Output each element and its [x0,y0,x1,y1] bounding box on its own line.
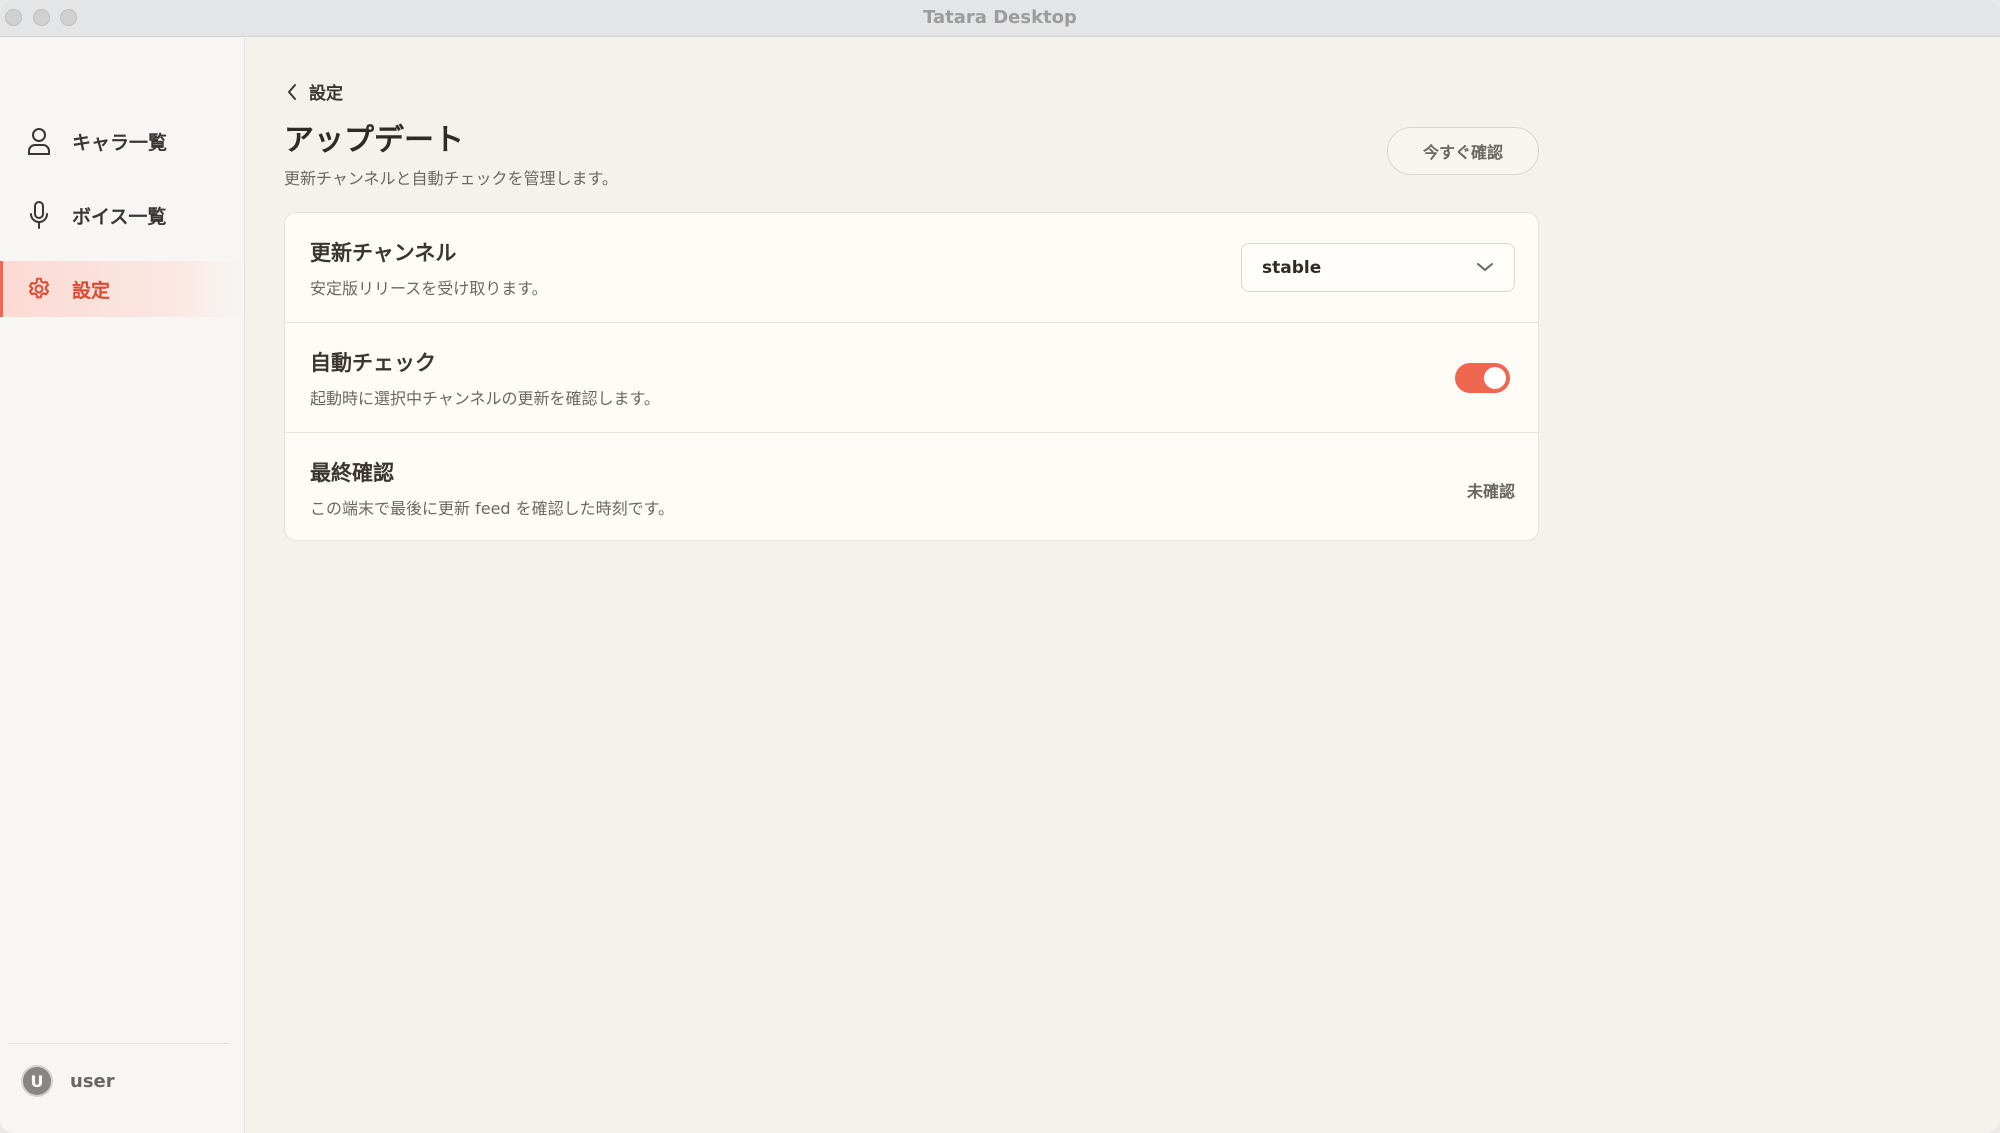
avatar: U [23,1067,51,1095]
setting-row-auto-check: 自動チェック 起動時に選択中チャンネルの更新を確認します。 [285,322,1538,431]
user-name: user [70,1070,115,1092]
settings-card: 更新チャンネル 安定版リリースを受け取ります。 stable 自動チェック 起動… [284,212,1539,541]
person-icon [26,126,52,156]
setting-title: 更新チャンネル [310,241,457,265]
setting-row-channel: 更新チャンネル 安定版リリースを受け取ります。 stable [285,213,1538,322]
window-title: Tatara Desktop [923,7,1077,28]
last-check-value: 未確認 [1466,482,1515,501]
setting-title: 最終確認 [310,461,394,485]
microphone-icon [26,200,52,230]
sidebar-item-label: 設定 [72,279,111,302]
chevron-down-icon [1476,258,1494,278]
sidebar-item-label: ボイス一覧 [72,205,167,228]
back-link[interactable]: 設定 [285,79,343,104]
gear-icon [26,274,52,304]
user-profile[interactable]: U user [23,1067,115,1095]
setting-description: この端末で最後に更新 feed を確認した時刻です。 [310,499,675,518]
app-window: Tatara Desktop キャラ一覧 ボイス一覧 設定 U user 設定 … [0,0,2000,1133]
channel-select[interactable]: stable [1241,243,1515,292]
sidebar-item-voices[interactable]: ボイス一覧 [0,187,245,243]
auto-check-toggle[interactable] [1455,363,1510,393]
sidebar: キャラ一覧 ボイス一覧 設定 U user [0,38,245,1133]
chevron-left-icon [285,83,299,101]
sidebar-item-label: キャラ一覧 [72,131,168,154]
check-now-button[interactable]: 今すぐ確認 [1387,127,1539,175]
setting-row-last-check: 最終確認 この端末で最後に更新 feed を確認した時刻です。 未確認 [285,432,1538,540]
sidebar-item-settings[interactable]: 設定 [0,261,245,317]
page-subtitle: 更新チャンネルと自動チェックを管理します。 [284,169,618,188]
title-bar: Tatara Desktop [0,0,2000,37]
sidebar-item-characters[interactable]: キャラ一覧 [0,113,245,169]
back-label: 設定 [309,84,343,104]
channel-select-value: stable [1262,257,1322,278]
sidebar-divider [8,1043,230,1044]
page-title: アップデート [284,123,464,158]
setting-title: 自動チェック [310,351,436,375]
setting-description: 起動時に選択中チャンネルの更新を確認します。 [310,389,660,408]
setting-description: 安定版リリースを受け取ります。 [310,279,548,298]
toggle-knob [1484,367,1506,389]
